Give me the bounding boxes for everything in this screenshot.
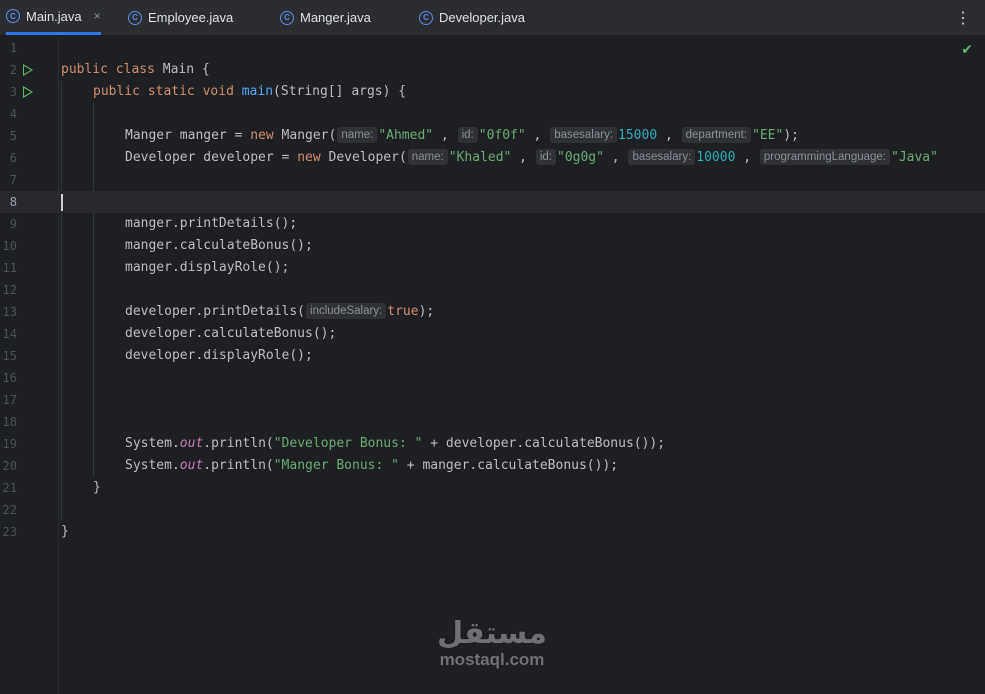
code-line: 20 System.out.println("Manger Bonus: " +… — [0, 455, 985, 477]
run-icon[interactable] — [23, 86, 33, 98]
code-text: System.out.println("Manger Bonus: " + ma… — [125, 458, 619, 473]
code-line: 15 developer.displayRole(); — [0, 345, 985, 367]
line-number: 18 — [2, 415, 17, 429]
parameter-hint: programmingLanguage: — [759, 149, 890, 165]
code-text: public static void main(String[] args) { — [93, 84, 407, 99]
code-line: 5 Manger manger = new Manger(name: "Ahmed… — [0, 125, 985, 147]
line-number: 12 — [2, 283, 17, 297]
text-caret — [61, 194, 63, 211]
line-number: 9 — [9, 217, 17, 231]
line-number: 2 — [9, 63, 17, 77]
close-icon[interactable]: × — [94, 9, 101, 23]
parameter-hint: name: — [337, 127, 378, 143]
tab-label: Main.java — [26, 8, 82, 24]
gutter-divider — [58, 37, 59, 694]
code-line: 13 developer.printDetails(includeSalary:… — [0, 301, 985, 323]
tab-label: Manger.java — [300, 10, 371, 25]
code-line: 11 manger.displayRole(); — [0, 257, 985, 279]
line-number: 19 — [2, 437, 17, 451]
code-text: } — [93, 480, 101, 495]
line-number: 8 — [9, 195, 17, 209]
code-line: 7 — [0, 169, 985, 191]
java-class-icon: C — [6, 9, 20, 23]
code-text: developer.printDetails(includeSalary: tru… — [125, 303, 435, 319]
code-text: System.out.println("Developer Bonus: " +… — [125, 436, 666, 451]
parameter-hint: id: — [535, 149, 556, 165]
code-line: 12 — [0, 279, 985, 301]
line-number: 13 — [2, 305, 17, 319]
line-number: 5 — [9, 129, 17, 143]
more-options-icon[interactable]: ⋮ — [955, 8, 971, 28]
check-icon[interactable]: ✔ — [961, 42, 973, 58]
line-number: 6 — [9, 151, 17, 165]
code-line: 22 — [0, 499, 985, 521]
code-line: 23 } — [0, 521, 985, 543]
parameter-hint: name: — [407, 149, 448, 165]
code-text: manger.calculateBonus(); — [125, 238, 313, 253]
code-text: Manger manger = new Manger(name: "Ahmed" … — [125, 127, 799, 143]
tab-label: Developer.java — [439, 10, 525, 25]
tab-label: Employee.java — [148, 10, 234, 25]
watermark-arabic: مستقل — [437, 616, 547, 651]
parameter-hint: department: — [681, 127, 752, 143]
parameter-hint: id: — [457, 127, 478, 143]
line-number: 23 — [2, 525, 17, 539]
line-number: 11 — [2, 261, 17, 275]
code-line: 6 Developer developer = new Developer(na… — [0, 147, 985, 169]
line-number: 1 — [9, 41, 17, 55]
code-line: 18 — [0, 411, 985, 433]
tab-developer-java[interactable]: C Developer.java — [419, 0, 525, 35]
code-text: } — [61, 524, 69, 539]
code-text: manger.printDetails(); — [125, 216, 298, 231]
code-text: Developer developer = new Developer(name… — [125, 149, 938, 165]
code-line: 10 manger.calculateBonus(); — [0, 235, 985, 257]
line-number: 16 — [2, 371, 17, 385]
code-line: 17 — [0, 389, 985, 411]
parameter-hint: includeSalary: — [306, 303, 387, 319]
java-class-icon: C — [128, 10, 142, 25]
java-class-icon: C — [419, 10, 433, 25]
line-number: 7 — [9, 173, 17, 187]
code-line: 4 — [0, 103, 985, 125]
code-line: 21 } — [0, 477, 985, 499]
parameter-hint: basesalary: — [628, 149, 696, 165]
code-text: developer.displayRole(); — [125, 348, 313, 363]
line-number: 10 — [2, 239, 17, 253]
code-line: 16 — [0, 367, 985, 389]
run-icon[interactable] — [23, 64, 33, 76]
line-number: 21 — [2, 481, 17, 495]
line-number: 3 — [9, 85, 17, 99]
java-class-icon: C — [280, 10, 294, 25]
code-line: 3 public static void main(String[] args)… — [0, 81, 985, 103]
line-number: 17 — [2, 393, 17, 407]
code-line: 19 System.out.println("Developer Bonus: … — [0, 433, 985, 455]
tab-employee-java[interactable]: C Employee.java — [128, 0, 233, 35]
code-text: public class Main { — [61, 62, 210, 77]
code-text: developer.calculateBonus(); — [125, 326, 337, 341]
code-line: 9 manger.printDetails(); — [0, 213, 985, 235]
code-editor[interactable]: 1 2 public class Main { 3 public static … — [0, 37, 985, 694]
editor-tab-bar: C Main.java × C Employee.java C Manger.j… — [0, 0, 985, 36]
line-number: 15 — [2, 349, 17, 363]
line-number: 4 — [9, 107, 17, 121]
watermark: مستقل mostaql.com — [432, 617, 552, 669]
code-text: manger.displayRole(); — [125, 260, 290, 275]
code-line: 1 — [0, 37, 985, 59]
line-number: 20 — [2, 459, 17, 473]
code-line: 14 developer.calculateBonus(); — [0, 323, 985, 345]
code-line: 2 public class Main { — [0, 59, 985, 81]
watermark-latin: mostaql.com — [439, 650, 545, 669]
parameter-hint: basesalary: — [550, 127, 618, 143]
current-line[interactable]: 8 — [0, 191, 985, 213]
line-number: 22 — [2, 503, 17, 517]
line-number: 14 — [2, 327, 17, 341]
tab-main-java[interactable]: C Main.java × — [6, 0, 101, 35]
tab-manger-java[interactable]: C Manger.java — [280, 0, 371, 35]
